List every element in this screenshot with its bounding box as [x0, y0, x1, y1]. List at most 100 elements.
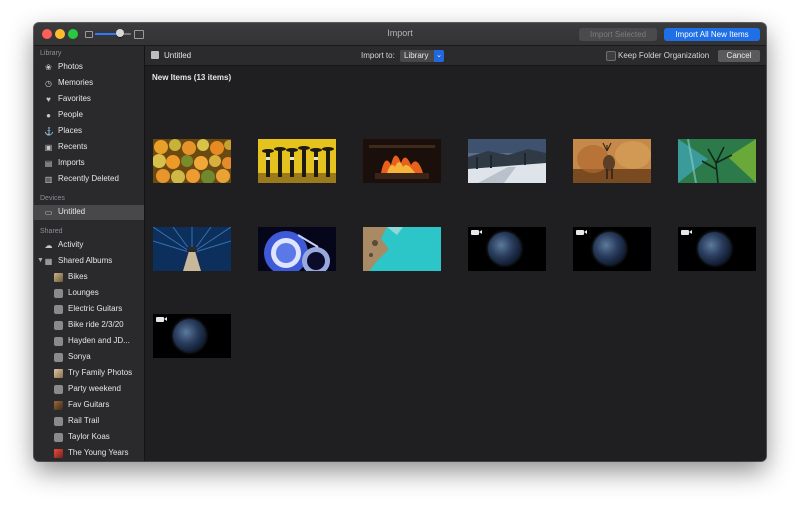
photo-thumbnail-deer[interactable]	[573, 139, 651, 183]
device-icon	[151, 51, 159, 59]
sidebar-item-device-untitled[interactable]: ▭ Untitled	[34, 205, 144, 220]
import-window: Import Import Selected Import All New It…	[34, 23, 766, 461]
video-icon	[681, 230, 692, 235]
sidebar: Library ❀ Photos ◷ Memories ♥ Favorites …	[34, 46, 145, 461]
sidebar-item-label: Sonya	[68, 352, 91, 361]
import-to-label: Import to:	[361, 51, 395, 60]
photo-thumbnail-mariachi[interactable]	[258, 139, 336, 183]
new-items-heading: New Items (13 items)	[152, 73, 232, 82]
person-icon: ●	[46, 111, 51, 120]
sidebar-item-label: Places	[58, 126, 83, 135]
title-bar: Import Import Selected Import All New It…	[34, 23, 766, 46]
photo-thumbnail-fireplace[interactable]	[363, 139, 441, 183]
sidebar-album-fav-guitars[interactable]: Fav Guitars	[34, 398, 144, 413]
shared-section-label: Shared	[40, 228, 63, 235]
sidebar-album-rail-trail[interactable]: Rail Trail	[34, 414, 144, 429]
import-selected-button[interactable]: Import Selected	[579, 28, 657, 41]
sidebar-item-label: Fav Guitars	[68, 400, 110, 409]
chevron-down-icon: ⌄	[434, 50, 444, 62]
photos-icon: ❀	[45, 63, 52, 72]
video-icon	[576, 230, 587, 235]
sidebar-item-label: Shared Albums	[58, 256, 113, 265]
earth-image	[593, 232, 626, 265]
sidebar-item-label: Electric Guitars	[68, 304, 123, 313]
album-thumbnail-icon	[54, 273, 63, 282]
sidebar-item-activity[interactable]: ☁ Activity	[34, 238, 144, 253]
sidebar-album-party-weekend[interactable]: Party weekend	[34, 382, 144, 397]
keep-folder-organization-label: Keep Folder Organization	[618, 51, 710, 60]
sidebar-item-label: Try Family Photos	[68, 368, 133, 377]
device-name: Untitled	[164, 51, 192, 60]
cloud-icon: ☁	[44, 241, 53, 250]
photo-thumbnail-tree-art[interactable]	[678, 139, 756, 183]
sidebar-album-lounges[interactable]: Lounges	[34, 286, 144, 301]
sidebar-album-bike-ride[interactable]: Bike ride 2/3/20	[34, 318, 144, 333]
video-thumbnail-earth-4[interactable]	[153, 314, 231, 358]
device-icon: ▭	[44, 208, 53, 217]
sidebar-item-label: Hayden and JD...	[68, 336, 130, 345]
album-icon	[54, 321, 63, 330]
import-destination-select[interactable]: Library ⌄	[400, 50, 444, 62]
keep-folder-organization-checkbox[interactable]	[606, 51, 616, 61]
video-thumbnail-earth-1[interactable]	[468, 227, 546, 271]
import-all-new-items-button[interactable]: Import All New Items	[664, 28, 760, 41]
sidebar-item-recents[interactable]: ▣ Recents	[34, 140, 144, 155]
video-icon	[156, 317, 167, 322]
video-thumbnail-earth-2[interactable]	[573, 227, 651, 271]
sidebar-album-hayden-and-jd[interactable]: Hayden and JD...	[34, 334, 144, 349]
sidebar-album-the-young-years[interactable]: The Young Years	[34, 446, 144, 461]
sidebar-album-sonya[interactable]: Sonya	[34, 350, 144, 365]
video-thumbnail-earth-3[interactable]	[678, 227, 756, 271]
pin-icon: ⚓	[44, 127, 54, 136]
sidebar-item-places[interactable]: ⚓ Places	[34, 124, 144, 139]
earth-image	[488, 232, 521, 265]
shared-albums-icon: ▦	[44, 257, 53, 266]
import-content: Untitled Import to: Library ⌄ Keep Folde…	[145, 46, 766, 461]
sidebar-item-shared-albums[interactable]: ▼ ▦ Shared Albums	[34, 254, 144, 269]
sidebar-item-recently-deleted[interactable]: ▥ Recently Deleted	[34, 172, 144, 187]
album-icon	[54, 353, 63, 362]
sidebar-item-favorites[interactable]: ♥ Favorites	[34, 92, 144, 107]
video-icon	[471, 230, 482, 235]
sidebar-item-label: Activity	[58, 240, 84, 249]
sidebar-item-people[interactable]: ● People	[34, 108, 144, 123]
sidebar-album-bikes[interactable]: Bikes	[34, 270, 144, 285]
sidebar-album-try-family-photos[interactable]: Try Family Photos	[34, 366, 144, 381]
devices-section-label: Devices	[40, 195, 65, 202]
album-thumbnail-icon	[54, 449, 63, 458]
album-thumbnail-icon	[54, 369, 63, 378]
photo-thumbnail-blue-abstract[interactable]	[258, 227, 336, 271]
sidebar-item-label: Bikes	[68, 272, 88, 281]
sidebar-item-label: Memories	[58, 78, 94, 87]
sidebar-item-label: Photos	[58, 62, 83, 71]
disclosure-triangle-icon[interactable]: ▼	[37, 257, 44, 264]
heart-icon: ♥	[46, 95, 51, 104]
library-section-label: Library	[40, 50, 62, 57]
sidebar-item-label: Recently Deleted	[58, 174, 119, 183]
album-icon	[54, 417, 63, 426]
sidebar-item-memories[interactable]: ◷ Memories	[34, 76, 144, 91]
recents-icon: ▣	[44, 143, 53, 152]
import-destination-value: Library	[404, 51, 429, 60]
sidebar-item-label: People	[58, 110, 83, 119]
photo-thumbnail-pumpkins[interactable]	[153, 139, 231, 183]
sidebar-item-photos[interactable]: ❀ Photos	[34, 60, 144, 75]
album-icon	[54, 337, 63, 346]
sidebar-item-imports[interactable]: ▤ Imports	[34, 156, 144, 171]
cancel-button[interactable]: Cancel	[718, 50, 760, 62]
sidebar-item-label: Bike ride 2/3/20	[68, 320, 124, 329]
sidebar-album-taylor-koas[interactable]: Taylor Koas	[34, 430, 144, 445]
album-icon	[54, 305, 63, 314]
photo-thumbnail-lighthouse[interactable]	[153, 227, 231, 271]
album-icon	[54, 385, 63, 394]
imports-icon: ▤	[44, 159, 53, 168]
sidebar-item-label: Untitled	[58, 207, 86, 216]
photo-thumbnail-turquoise-water[interactable]	[363, 227, 441, 271]
sidebar-album-electric-guitars[interactable]: Electric Guitars	[34, 302, 144, 317]
photo-thumbnail-snowy-road[interactable]	[468, 139, 546, 183]
album-icon	[54, 433, 63, 442]
sidebar-item-label: Taylor Koas	[68, 432, 110, 441]
earth-image	[173, 319, 206, 352]
import-toolbar: Untitled Import to: Library ⌄ Keep Folde…	[145, 46, 766, 66]
album-icon	[54, 289, 63, 298]
